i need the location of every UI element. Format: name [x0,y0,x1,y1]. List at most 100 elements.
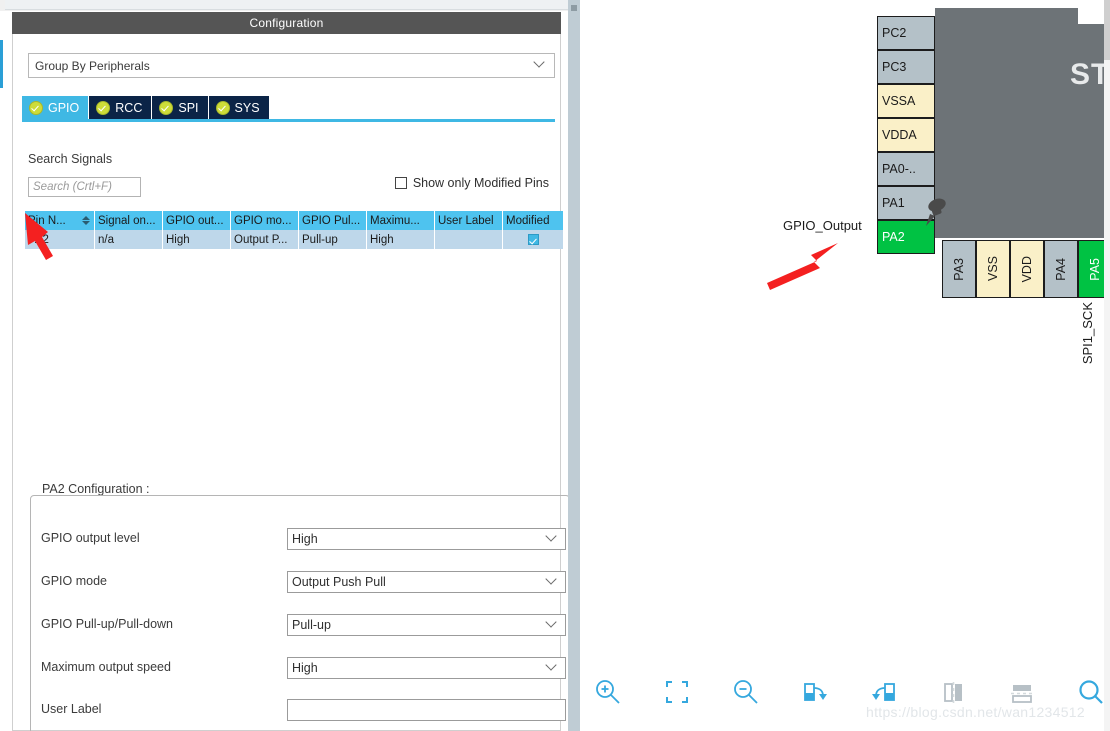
search-signals-label: Search Signals [28,152,113,166]
chip-pin-vssa[interactable]: VSSA [877,84,935,118]
modified-checkbox[interactable] [527,234,539,245]
config-field-value: Output Push Pull [292,575,386,589]
signal-label-gpio-output: GPIO_Output [783,218,862,233]
table-row[interactable]: PA2 n/a High Output P... Pull-up High [25,230,566,249]
chip-pin-pa3[interactable]: PA3 [942,240,976,298]
check-circle-icon [29,100,43,115]
column-header-label: GPIO Pul... [302,214,361,227]
tab-sys[interactable]: SYS [208,96,269,119]
tab-rcc[interactable]: RCC [89,96,152,119]
column-header-3[interactable]: GPIO mo... [231,211,299,230]
config-field-row: GPIO Pull-up/Pull-down Pull-up [31,614,571,636]
column-header-0[interactable]: Pin N... [25,211,95,230]
chip-pin-vss[interactable]: VSS [976,240,1010,298]
chip-pin-label: PA4 [1054,257,1068,281]
show-only-modified-checkbox[interactable] [394,177,407,189]
chevron-down-icon [546,535,557,539]
column-header-label: GPIO out... [166,214,224,227]
config-field-value: Pull-up [292,618,331,632]
chip-pin-vdda[interactable]: VDDA [877,118,935,152]
group-by-select[interactable]: Group By Peripherals [28,53,555,78]
config-field-input[interactable] [287,699,566,721]
watermark-text: https://blog.csdn.net/wan1234512 [866,704,1085,720]
cell-signal_on[interactable]: n/a [95,230,163,249]
column-header-5[interactable]: Maximu... [367,211,435,230]
column-header-6[interactable]: User Label [435,211,503,230]
chip-pin-label: VSSA [882,94,916,108]
tab-gpio[interactable]: GPIO [22,96,89,119]
app-root: Configuration Group By Peripherals GPIO R… [0,0,1110,731]
cell-gpio_pull[interactable]: Pull-up [299,230,367,249]
panel-divider[interactable] [568,0,580,731]
chip-pin-label: VDD [1020,255,1034,283]
chip-pin-pc2[interactable]: PC2 [877,16,935,50]
chip-pin-label: PA3 [952,257,966,281]
zoom-in-icon[interactable] [592,676,626,710]
column-header-label: Pin N... [28,214,66,227]
config-field-select[interactable]: Pull-up [287,614,566,636]
config-field-label: GPIO output level [41,531,140,545]
column-header-7[interactable]: Modified [503,211,564,230]
configuration-panel: Configuration Group By Peripherals GPIO R… [5,11,570,731]
column-header-2[interactable]: GPIO out... [163,211,231,230]
signal-label-spi1-sck: SPI1_SCK [1080,302,1095,365]
chip-pin-label: PC2 [882,26,907,40]
pushpin-icon [926,198,946,226]
cell-gpio_output_level[interactable]: High [163,230,231,249]
config-field-label: Maximum output speed [41,660,171,674]
search-input[interactable]: Search (Crtl+F) [28,177,141,197]
config-field-label: GPIO mode [41,574,107,588]
cell-maximum_speed[interactable]: High [367,230,435,249]
cell-modified[interactable] [503,230,564,249]
fit-to-screen-icon[interactable] [661,676,695,710]
divider-grip[interactable] [571,5,577,11]
scrollbar-thumb[interactable] [1104,0,1110,60]
cell-user_label[interactable] [435,230,503,249]
vertical-scrollbar[interactable] [1104,0,1110,731]
tab-spi[interactable]: SPI [152,96,208,119]
table-body: PA2 n/a High Output P... Pull-up High [25,230,566,249]
chip-pin-vdd[interactable]: VDD [1010,240,1044,298]
column-header-4[interactable]: GPIO Pul... [299,211,367,230]
pin-config-group: GPIO output level High GPIO mode Output Pus… [30,495,570,731]
chip-pin-pc3[interactable]: PC3 [877,50,935,84]
sort-indicator-icon[interactable] [82,216,90,225]
config-field-label: GPIO Pull-up/Pull-down [41,617,174,631]
chip-pin-pa0[interactable]: PA0-.. [877,152,935,186]
chip-pin-label: PA5 [1088,257,1102,281]
config-field-value: High [292,661,318,675]
tab-label: SYS [234,100,260,115]
tab-label: SPI [178,100,199,115]
config-field-select[interactable]: High [287,528,566,550]
rotate-right-icon[interactable] [799,676,833,710]
left-accent-bar [0,40,3,88]
group-by-value: Group By Peripherals [35,58,150,73]
configuration-title: Configuration [12,12,561,34]
column-header-label: User Label [438,214,494,227]
chip-pin-label: VSS [986,256,1000,282]
config-field-select[interactable]: High [287,657,566,679]
chevron-down-icon [546,578,557,582]
cell-gpio_mode[interactable]: Output P... [231,230,299,249]
config-field-value: High [292,532,318,546]
tab-label: GPIO [48,100,80,115]
chip-pin-label: PA2 [882,230,905,244]
pin-config-legend: PA2 Configuration : [38,482,154,496]
chevron-down-icon [546,621,557,625]
arrow-to-pa2-pin [767,243,838,290]
zoom-out-icon[interactable] [730,676,764,710]
chip-pin-label: PA1 [882,196,905,210]
chip-pin-pa4[interactable]: PA4 [1044,240,1078,298]
column-header-label: Maximu... [370,214,420,227]
column-header-label: Modified [506,214,550,227]
peripheral-tabs: GPIO RCC SPI SYS [22,96,555,119]
config-field-row: GPIO mode Output Push Pull [31,571,571,593]
check-circle-icon [159,100,174,115]
check-circle-icon [96,100,111,115]
chip-pin-label: PA0-.. [882,162,916,176]
chip-pin-label: VDDA [882,128,917,142]
cell-pin_name[interactable]: PA2 [25,230,95,249]
column-header-1[interactable]: Signal on... [95,211,163,230]
show-only-modified-pins[interactable]: Show only Modified Pins [394,176,549,190]
config-field-select[interactable]: Output Push Pull [287,571,566,593]
